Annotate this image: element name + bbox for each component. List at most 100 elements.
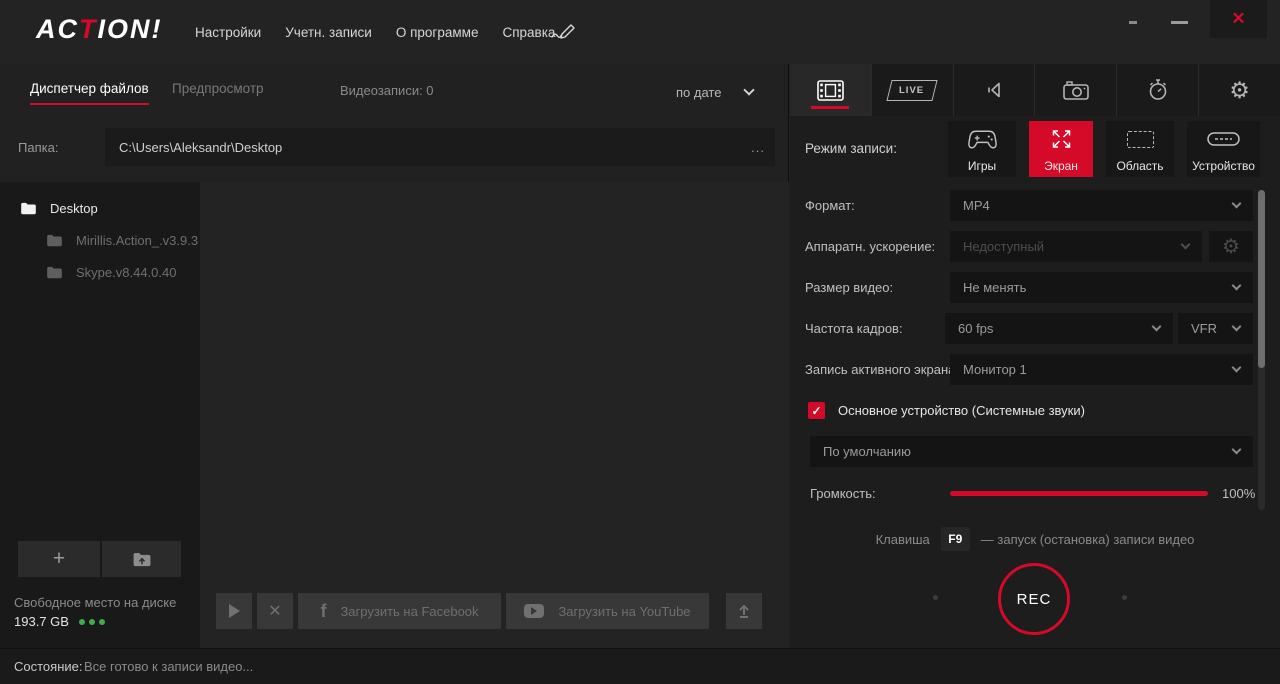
tray-minimize-button[interactable]: [1129, 21, 1137, 24]
videos-count-label: Видеозаписи: 0: [340, 83, 434, 98]
tab-video-recording[interactable]: [790, 64, 871, 116]
tab-audio-recording[interactable]: [953, 64, 1035, 116]
format-value: MP4: [963, 198, 990, 213]
folder-icon: [46, 234, 63, 247]
tab-preview[interactable]: Предпросмотр: [172, 81, 264, 96]
upload-youtube-button[interactable]: Загрузить на YouTube: [506, 593, 709, 629]
gear-icon: ⚙: [1229, 77, 1250, 104]
framerate-label: Частота кадров:: [805, 321, 953, 336]
upload-youtube-label: Загрузить на YouTube: [558, 604, 690, 619]
play-icon: [229, 604, 240, 618]
tab-preview-label: Предпросмотр: [172, 81, 264, 96]
title-bar: ACTION! Настройки Учетн. записи О програ…: [0, 0, 1280, 64]
close-button[interactable]: ✕: [1210, 0, 1267, 38]
tree-item-label: Skype.v8.44.0.40: [76, 265, 176, 280]
recorder-tab-bar: LIVE: [790, 64, 1280, 116]
settings-scrollbar[interactable]: [1258, 190, 1265, 510]
decorative-dot: [1122, 595, 1127, 600]
sort-dropdown[interactable]: по дате: [676, 79, 776, 105]
plus-icon: +: [53, 547, 65, 571]
volume-slider[interactable]: [950, 491, 1208, 496]
app-logo: ACTION!: [36, 14, 163, 45]
mode-area-label: Область: [1116, 159, 1163, 173]
facebook-icon: f: [320, 601, 326, 622]
tree-item-skype[interactable]: Skype.v8.44.0.40: [46, 265, 176, 280]
upload-facebook-button[interactable]: f Загрузить на Facebook: [298, 593, 501, 629]
file-manager-panel: Диспетчер файлов Предпросмотр Видеозапис…: [0, 64, 789, 648]
play-button[interactable]: [216, 593, 252, 629]
hw-accel-dropdown[interactable]: Недоступный: [950, 231, 1202, 262]
export-folder-button[interactable]: [102, 541, 181, 577]
menu-item-about[interactable]: О программе: [396, 25, 479, 40]
tab-benchmark-timer[interactable]: [1116, 64, 1198, 116]
rec-button[interactable]: REC: [998, 563, 1070, 635]
volume-value: 100%: [1222, 486, 1255, 501]
close-icon: ✕: [1231, 9, 1245, 29]
browse-folder-button[interactable]: ...: [751, 128, 765, 166]
hotkey-row: Клавиша F9 — запуск (остановка) записи в…: [790, 527, 1280, 551]
chevron-down-icon: [1152, 322, 1162, 332]
decorative-dot: [933, 595, 938, 600]
tab-settings[interactable]: ⚙: [1198, 64, 1280, 116]
framerate-value: 60 fps: [958, 321, 993, 336]
recorder-panel: LIVE: [790, 64, 1280, 648]
record-mode-label: Режим записи:: [805, 141, 897, 156]
hw-accel-settings-button[interactable]: ⚙: [1209, 231, 1253, 262]
framerate-dropdown[interactable]: 60 fps: [945, 313, 1173, 344]
dashed-region-icon: [1127, 121, 1154, 157]
upload-button[interactable]: [726, 593, 762, 629]
fullscreen-arrows-icon: [1048, 121, 1075, 157]
audio-device-dropdown[interactable]: По умолчанию: [810, 436, 1253, 467]
rec-label: REC: [1017, 591, 1052, 608]
film-strip-icon: [817, 80, 844, 101]
mode-screen-label: Экран: [1044, 159, 1078, 173]
logo-accent: T: [79, 14, 98, 44]
checkbox-checked[interactable]: ✓: [808, 402, 825, 419]
tree-item-label: Mirillis.Action_.v3.9.3: [76, 233, 198, 248]
mode-screen-button[interactable]: Экран: [1029, 121, 1093, 177]
add-folder-button[interactable]: +: [18, 541, 100, 577]
free-space-row: 193.7 GB: [14, 614, 105, 629]
hotkey-suffix: — запуск (остановка) записи видео: [981, 532, 1195, 547]
mode-area-button[interactable]: Область: [1106, 121, 1174, 177]
gamepad-icon: [967, 121, 998, 157]
mode-games-button[interactable]: Игры: [948, 121, 1016, 177]
menu-item-accounts[interactable]: Учетн. записи: [285, 25, 372, 40]
scrollbar-thumb[interactable]: [1258, 190, 1265, 368]
youtube-icon: [524, 604, 544, 618]
tree-item-mirillis[interactable]: Mirillis.Action_.v3.9.3: [46, 233, 198, 248]
video-size-label: Размер видео:: [805, 280, 953, 295]
folder-icon: [46, 266, 63, 279]
chevron-down-icon: [744, 84, 755, 95]
minimize-button[interactable]: [1171, 21, 1188, 24]
chevron-down-icon: [1232, 199, 1242, 209]
logo-text: AC: [36, 14, 79, 44]
format-dropdown[interactable]: MP4: [950, 190, 1253, 221]
framerate-mode-value: VFR: [1191, 321, 1217, 336]
status-text: Все готово к записи видео...: [84, 659, 253, 674]
status-bar: Состояние: Все готово к записи видео...: [0, 648, 1280, 684]
framerate-mode-dropdown[interactable]: VFR: [1178, 313, 1253, 344]
monitor-dropdown[interactable]: Монитор 1: [950, 354, 1253, 385]
drawing-pen-icon[interactable]: [548, 20, 580, 44]
tab-screenshots[interactable]: [1034, 64, 1116, 116]
audio-device-checkbox-label: Основное устройство (Системные звуки): [838, 403, 1085, 418]
chevron-down-icon: [1232, 281, 1242, 291]
folder-tree: Desktop Mirillis.Action_.v3.9.3 Skype.v8…: [0, 182, 200, 648]
menu-item-settings[interactable]: Настройки: [195, 25, 261, 40]
tab-live-streaming[interactable]: LIVE: [871, 64, 953, 116]
tab-file-manager[interactable]: Диспетчер файлов: [30, 81, 149, 96]
format-label: Формат:: [805, 198, 953, 213]
tree-item-desktop[interactable]: Desktop: [20, 201, 98, 216]
check-icon: ✓: [811, 404, 821, 418]
close-icon: ✕: [268, 601, 281, 621]
file-list-area[interactable]: ✕ f Загрузить на Facebook Загрузить на Y…: [200, 182, 789, 648]
mode-device-button[interactable]: Устройство: [1187, 121, 1260, 177]
audio-device-value: По умолчанию: [823, 444, 911, 459]
video-size-dropdown[interactable]: Не менять: [950, 272, 1253, 303]
delete-button[interactable]: ✕: [257, 593, 293, 629]
stopwatch-icon: [1146, 78, 1170, 102]
folder-path-input[interactable]: C:\Users\Aleksandr\Desktop ...: [105, 128, 775, 166]
live-icon: LIVE: [887, 80, 938, 101]
camera-icon: [1063, 80, 1089, 101]
